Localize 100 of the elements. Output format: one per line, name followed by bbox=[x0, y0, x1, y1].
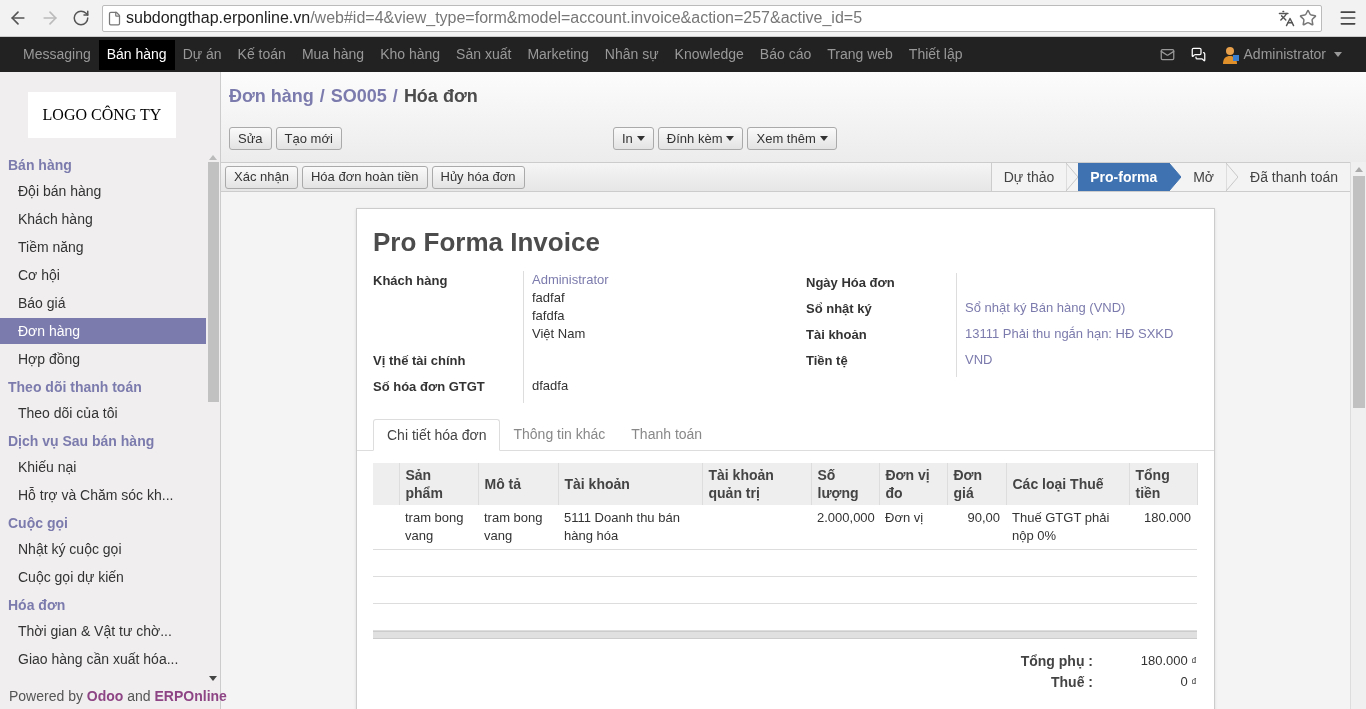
field-link[interactable]: 13111 Phải thu ngắn hạn: HĐ SXKD bbox=[965, 325, 1174, 343]
star-icon[interactable] bbox=[1299, 9, 1317, 27]
sidebar-item[interactable]: Cuộc gọi dự kiến bbox=[0, 564, 206, 590]
total-label: Tổng phụ : bbox=[1019, 651, 1093, 671]
field-value: dfadfa bbox=[532, 377, 570, 395]
breadcrumb-separator: / bbox=[319, 84, 325, 108]
column-header[interactable]: Các loại Thuế bbox=[1006, 463, 1129, 505]
total-value: 180.000 ₫ bbox=[1139, 652, 1197, 671]
tab[interactable]: Thanh toán bbox=[618, 419, 716, 450]
nav-item[interactable]: Dự án bbox=[174, 39, 230, 70]
table-cell: tram bong vang bbox=[484, 510, 543, 543]
nav-item[interactable]: Messaging bbox=[15, 39, 99, 70]
field-value: fadfaf bbox=[532, 289, 566, 307]
menu-section-title: Hóa đơn bbox=[7, 595, 67, 615]
dropdown-button[interactable]: In bbox=[613, 127, 654, 150]
menu-icon[interactable] bbox=[1338, 8, 1358, 28]
field-link[interactable]: VND bbox=[965, 351, 1174, 369]
sidebar-item[interactable]: Hỗ trợ và Chăm sóc kh... bbox=[0, 482, 206, 508]
column-header[interactable]: Mô tả bbox=[478, 463, 558, 505]
tab[interactable]: Thông tin khác bbox=[500, 419, 619, 450]
breadcrumb-separator: / bbox=[392, 84, 398, 108]
sidebar-item[interactable]: Đội bán hàng bbox=[0, 178, 206, 204]
breadcrumb-link[interactable]: Đơn hàng bbox=[229, 82, 314, 110]
nav-item[interactable]: Kho hàng bbox=[372, 39, 449, 70]
breadcrumb-current: Hóa đơn bbox=[403, 84, 478, 108]
caret-icon bbox=[726, 136, 735, 141]
sidebar-item[interactable]: Báo giá bbox=[0, 290, 206, 316]
action-button[interactable]: Hủy hóa đơn bbox=[431, 165, 525, 189]
sidebar-item[interactable]: Tiềm năng bbox=[0, 234, 206, 260]
field-label: Số hóa đơn GTGT bbox=[373, 378, 485, 396]
total-value: 0 ₫ bbox=[1179, 673, 1197, 692]
field-link[interactable]: Sổ nhật ký Bán hàng (VND) bbox=[965, 299, 1174, 317]
field-label: Tiền tệ bbox=[806, 352, 848, 370]
step-arrow-icon bbox=[1169, 163, 1182, 191]
dropdown-button[interactable]: Đính kèm bbox=[657, 127, 744, 150]
mail-icon[interactable] bbox=[1159, 47, 1175, 62]
sidebar-item[interactable]: Theo dõi của tôi bbox=[0, 400, 206, 426]
scroll-down-icon[interactable] bbox=[209, 676, 217, 681]
user-menu[interactable]: Administrator bbox=[1243, 44, 1342, 65]
nav-item[interactable]: Nhân sự bbox=[596, 39, 667, 70]
sidebar-item[interactable]: Cơ hội bbox=[0, 262, 206, 288]
table-cell: tram bong vang bbox=[405, 510, 464, 543]
table-cell: 90,00 bbox=[967, 510, 1000, 525]
sidebar-item[interactable]: Nhật ký cuộc gọi bbox=[0, 536, 206, 562]
menu-section-title: Theo dõi thanh toán bbox=[7, 377, 143, 397]
nav-item[interactable]: Sản xuất bbox=[448, 39, 520, 70]
action-button[interactable]: Hóa đơn hoàn tiền bbox=[301, 165, 428, 189]
sidebar-item[interactable]: Đơn hàng bbox=[0, 318, 206, 344]
translate-icon[interactable] bbox=[1278, 9, 1295, 27]
action-button[interactable]: Xác nhận bbox=[225, 165, 298, 189]
table-cell: 2.000,000 bbox=[817, 510, 875, 525]
tab[interactable]: Chi tiết hóa đơn bbox=[373, 419, 501, 451]
nav-item[interactable]: Kế toán bbox=[229, 39, 294, 70]
field-link[interactable]: Administrator bbox=[532, 271, 609, 289]
column-header[interactable]: Tổng tiền bbox=[1129, 463, 1197, 505]
breadcrumb-link[interactable]: SO005 bbox=[330, 82, 387, 110]
sidebar-item[interactable]: Thời gian & Vật tư chờ... bbox=[0, 618, 206, 644]
form-title: Pro Forma Invoice bbox=[373, 226, 601, 259]
nav-item[interactable]: Marketing bbox=[519, 39, 597, 70]
caret-icon bbox=[636, 136, 645, 141]
nav-item[interactable]: Knowledge bbox=[666, 39, 752, 70]
powered-by-text: Powered by Odoo and ERPOnline bbox=[9, 687, 227, 706]
caret-icon bbox=[1334, 52, 1342, 57]
field-label: Sổ nhật ký bbox=[806, 300, 872, 318]
total-label: Thuế : bbox=[1050, 672, 1093, 692]
toolbar-button[interactable]: Sửa bbox=[229, 127, 272, 150]
sidebar-item[interactable]: Khách hàng bbox=[0, 206, 206, 232]
field-value: fafdfa bbox=[532, 307, 566, 325]
user-avatar-icon bbox=[1221, 45, 1240, 64]
column-header[interactable]: Đơn giá bbox=[947, 463, 1006, 505]
sidebar-item[interactable]: Khiếu nại bbox=[0, 454, 206, 480]
field-label: Vị thế tài chính bbox=[373, 352, 466, 370]
erponline-link[interactable]: ERPOnline bbox=[154, 688, 227, 704]
odoo-link[interactable]: Odoo bbox=[86, 688, 124, 704]
nav-item[interactable]: Trang web bbox=[819, 39, 901, 70]
column-header[interactable]: Đơn vị đo bbox=[879, 463, 947, 505]
nav-item[interactable]: Mua hàng bbox=[293, 39, 373, 70]
sidebar-item[interactable]: Hợp đồng bbox=[0, 346, 206, 372]
column-header[interactable]: Số lượng bbox=[811, 463, 879, 505]
page-icon bbox=[107, 10, 122, 26]
company-logo: LOGO CÔNG TY bbox=[28, 92, 176, 138]
nav-item[interactable]: Báo cáo bbox=[751, 39, 820, 70]
column-header[interactable]: Sản phẩm bbox=[399, 463, 478, 505]
scrollbar[interactable] bbox=[1350, 162, 1366, 709]
table-cell: Thuế GTGT phải nộp 0% bbox=[1012, 510, 1110, 543]
field-label: Khách hàng bbox=[373, 272, 448, 290]
menu-section-title: Bán hàng bbox=[7, 155, 73, 175]
column-header[interactable]: Tài khoản quản trị bbox=[702, 463, 811, 505]
address-bar[interactable]: subdongthap.erponline.vn/web#id=4&view_type=form&model=account.invoice&action=257&active_id=5 bbox=[102, 4, 1322, 32]
menu-section-title: Cuộc gọi bbox=[7, 513, 69, 533]
reload-icon[interactable] bbox=[72, 9, 90, 27]
menu-section-title: Dịch vụ Sau bán hàng bbox=[7, 431, 156, 451]
dropdown-button[interactable]: Xem thêm bbox=[747, 127, 837, 150]
sidebar-item[interactable]: Giao hàng cần xuất hóa... bbox=[0, 646, 206, 672]
nav-item[interactable]: Thiết lập bbox=[900, 39, 971, 70]
toolbar-button[interactable]: Tạo mới bbox=[275, 127, 342, 150]
column-header[interactable]: Tài khoản bbox=[558, 463, 702, 505]
nav-item[interactable]: Bán hàng bbox=[98, 39, 175, 70]
field-value: Việt Nam bbox=[532, 325, 587, 343]
chat-icon[interactable] bbox=[1190, 47, 1206, 62]
